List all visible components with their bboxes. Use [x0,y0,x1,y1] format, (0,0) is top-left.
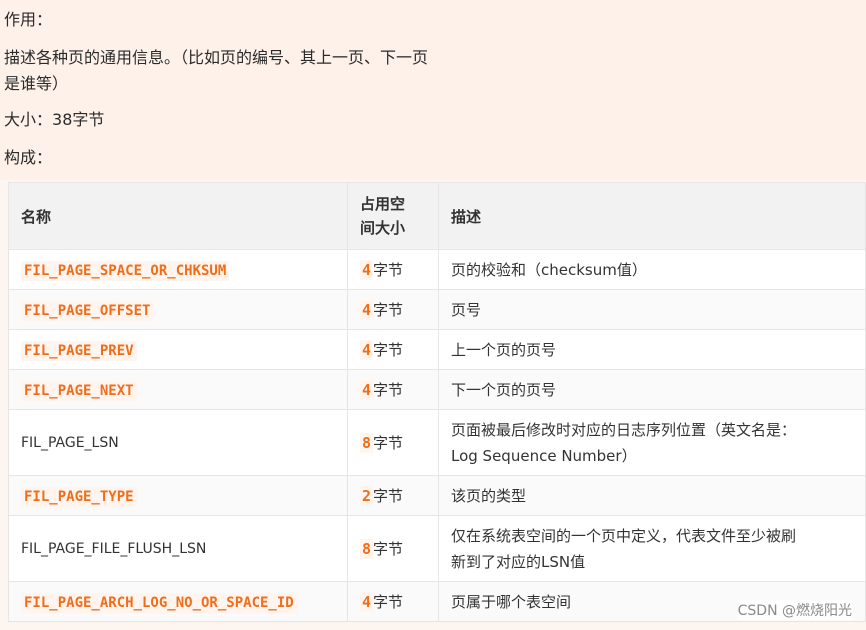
size-unit: 字节 [373,301,404,319]
size-number: 8 [360,538,374,559]
field-size-cell: 4 字节 [347,249,439,290]
usage-desc-2: 是谁等） [4,74,69,93]
size-unit: 字节 [72,110,105,129]
field-desc: 下一个页的页号 [451,381,557,399]
field-size-cell: 4 字节 [347,329,439,370]
size-number: 4 [360,340,374,360]
field-size-cell: 8 字节 [347,515,439,582]
table-row: FIL_PAGE_PREV 4 字节 上一个页的页号 [8,329,866,370]
field-desc-cell: 仅在系统表空间的一个页中定义，代表文件至少被刷 新到了对应的LSN值 [438,515,866,582]
field-name: FIL_PAGE_SPACE_OR_CHKSUM [21,260,230,281]
field-name: FIL_PAGE_TYPE [21,486,137,507]
field-name: FIL_PAGE_PREV [21,340,137,361]
header-desc: 描述 [438,182,866,250]
size-number: 4 [360,592,374,612]
field-desc: 页面被最后修改时对应的日志序列位置（英文名是： [451,420,797,439]
structure-label: 构成： [4,148,53,167]
size-unit: 字节 [373,381,404,399]
field-name: FIL_PAGE_ARCH_LOG_NO_OR_SPACE_ID [21,592,297,613]
usage-label: 作用： [4,10,53,29]
field-name: FIL_PAGE_FILE_FLUSH_LSN [21,541,207,557]
size-unit: 字节 [373,261,404,279]
table-row: FIL_PAGE_LSN 8 字节 页面被最后修改时对应的日志序列位置（英文名是： Lo… [8,409,866,476]
field-desc-cell: 页面被最后修改时对应的日志序列位置（英文名是： Log Sequence Numb… [438,409,866,476]
size-number: 4 [360,260,374,280]
field-size-cell: 8 字节 [347,409,439,476]
watermark: CSDN @燃烧阳光 [737,600,852,620]
header-size-line1: 占用空 [360,195,406,213]
size-number: 4 [360,380,374,400]
usage-desc-1: 描述各种页的通用信息。（比如页的编号、其上一页、下一页 [4,48,429,67]
header-size: 占用空 间大小 [347,182,439,250]
size-unit: 字节 [373,593,404,611]
field-size-cell: 4 字节 [347,369,439,410]
size-unit: 字节 [373,539,404,558]
size-unit: 字节 [373,433,404,452]
field-desc: 仅在系统表空间的一个页中定义，代表文件至少被刷 [451,526,797,545]
size-line: 大小：38字节 [4,106,104,130]
size-prefix: 大小： [4,110,53,129]
size-number: 2 [360,486,374,506]
field-desc: 页的校验和（checksum值） [451,261,647,279]
field-desc: 该页的类型 [451,487,527,505]
field-name: FIL_PAGE_OFFSET [21,300,154,321]
field-name: FIL_PAGE_LSN [21,435,119,451]
field-name-cell: FIL_PAGE_NEXT [8,369,348,410]
size-value: 38 [52,110,73,129]
field-desc-line2: Log Sequence Number） [451,446,637,465]
field-name-cell: FIL_PAGE_LSN [8,409,348,476]
table-row: FIL_PAGE_OFFSET 4 字节 页号 [8,289,866,330]
table-header-row: 名称 占用空 间大小 描述 [8,182,866,250]
field-size-cell: 2 字节 [347,475,439,516]
field-desc-line2: 新到了对应的LSN值 [451,552,586,571]
field-name-cell: FIL_PAGE_FILE_FLUSH_LSN [8,515,348,582]
table-row: FIL_PAGE_SPACE_OR_CHKSUM 4 字节 页的校验和（checksu… [8,249,866,290]
field-size-cell: 4 字节 [347,581,439,622]
size-number: 4 [360,300,374,320]
field-desc: 页属于哪个表空间 [451,593,572,611]
field-name: FIL_PAGE_NEXT [21,380,137,401]
field-desc-cell: 页号 [438,289,866,330]
field-name-cell: FIL_PAGE_SPACE_OR_CHKSUM [8,249,348,290]
field-desc-cell: 该页的类型 [438,475,866,516]
field-name-cell: FIL_PAGE_OFFSET [8,289,348,330]
size-unit: 字节 [373,487,404,505]
field-desc-cell: 下一个页的页号 [438,369,866,410]
table-row: FIL_PAGE_TYPE 2 字节 该页的类型 [8,475,866,516]
field-desc-cell: 页的校验和（checksum值） [438,249,866,290]
field-desc-cell: 上一个页的页号 [438,329,866,370]
file-header-table: 名称 占用空 间大小 描述 FIL_PAGE_SPACE_OR_CHKSUM 4 字… [8,182,866,622]
field-size-cell: 4 字节 [347,289,439,330]
header-name: 名称 [8,182,348,250]
intro-block [0,0,866,180]
field-desc: 上一个页的页号 [451,341,557,359]
field-name-cell: FIL_PAGE_PREV [8,329,348,370]
field-name-cell: FIL_PAGE_ARCH_LOG_NO_OR_SPACE_ID [8,581,348,622]
header-size-line2: 间大小 [360,219,406,237]
table-body: FIL_PAGE_SPACE_OR_CHKSUM 4 字节 页的校验和（checksu… [8,249,866,622]
field-name-cell: FIL_PAGE_TYPE [8,475,348,516]
size-number: 8 [360,432,374,453]
field-desc: 页号 [451,301,482,319]
table-row: FIL_PAGE_NEXT 4 字节 下一个页的页号 [8,369,866,410]
table-row: FIL_PAGE_FILE_FLUSH_LSN 8 字节 仅在系统表空间的一个页中定义… [8,515,866,582]
size-unit: 字节 [373,341,404,359]
